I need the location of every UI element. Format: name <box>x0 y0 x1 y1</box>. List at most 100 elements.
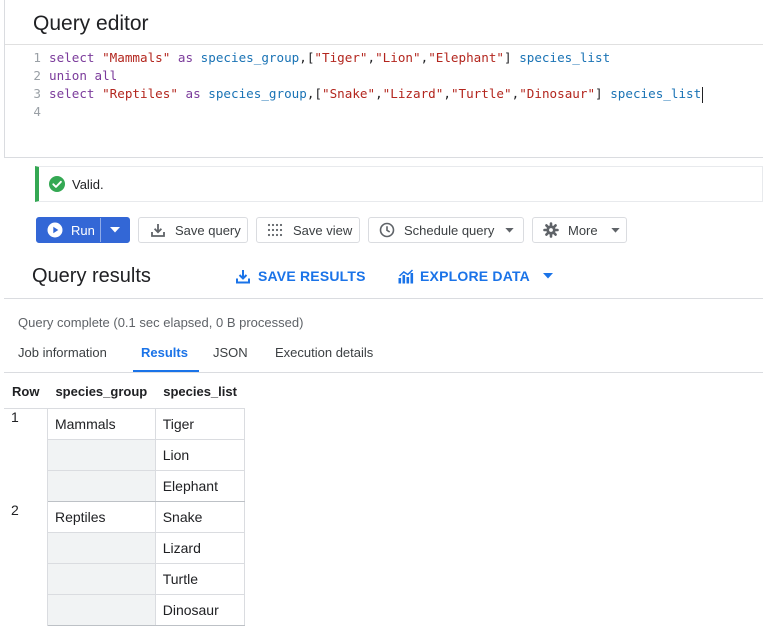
species-group-cell: Mammals <box>47 408 156 440</box>
query-editor-panel: Query editor 1 select "Mammals" as specie… <box>4 0 763 158</box>
row-number-cell: 1 <box>4 408 48 502</box>
code-token: ] <box>504 50 520 65</box>
clock-icon <box>379 222 395 238</box>
code-token: ] <box>595 86 611 101</box>
species-list-cell: Lizard <box>155 532 246 564</box>
code-line[interactable]: 3 select "Reptiles" as species_group,["Sn… <box>5 85 763 103</box>
species-list-cell: Snake <box>155 501 246 533</box>
code-line[interactable]: 2 union all <box>5 67 763 85</box>
code-line[interactable]: 4 <box>5 103 763 121</box>
code-token: , <box>367 50 376 65</box>
grid-dots-icon <box>267 223 283 237</box>
divider <box>5 44 763 45</box>
species-list-cell: Elephant <box>155 470 246 502</box>
save-results-label: SAVE RESULTS <box>258 268 366 284</box>
code-token: "Lion" <box>375 50 421 65</box>
table-row: 1 Mammals Tiger <box>4 408 246 502</box>
more-label: More <box>568 222 598 238</box>
chevron-down-icon <box>610 227 620 233</box>
table-header-row: Row species_group species_list <box>4 374 245 409</box>
gear-icon <box>543 222 559 238</box>
tab-job-information[interactable]: Job information <box>18 345 107 360</box>
species-group-cell: Reptiles <box>47 501 156 533</box>
code-token: "Snake" <box>322 86 376 101</box>
chevron-down-icon <box>505 227 515 233</box>
code-text: select "Mammals" as species_group,["Tige… <box>49 49 610 67</box>
chart-icon <box>398 268 414 283</box>
line-number: 3 <box>33 86 41 101</box>
explore-data-button[interactable]: EXPLORE DATA <box>398 268 553 284</box>
run-options-dropdown[interactable] <box>101 218 129 242</box>
save-view-label: Save view <box>293 222 353 238</box>
save-view-button[interactable]: Save view <box>256 217 360 243</box>
code-token: ,[ <box>306 86 322 101</box>
save-query-label: Save query <box>175 222 241 238</box>
code-token: species_group <box>200 50 300 65</box>
code-token: , <box>443 86 451 101</box>
code-text: union all <box>49 67 117 85</box>
tab-results[interactable]: Results <box>141 345 188 360</box>
results-table: Row species_group species_list 1 Mammals T… <box>4 374 246 626</box>
code-token: species_list <box>610 86 702 101</box>
code-token: "Elephant" <box>428 50 505 65</box>
more-button[interactable]: More <box>532 217 627 243</box>
empty-cell <box>47 594 156 626</box>
code-token: species_list <box>519 50 611 65</box>
code-token: as <box>170 50 201 65</box>
explore-data-label: EXPLORE DATA <box>420 268 530 284</box>
text-cursor <box>702 86 704 103</box>
run-button[interactable]: Run <box>36 217 130 243</box>
validation-banner: Valid. <box>35 166 763 202</box>
chevron-down-icon <box>543 273 553 279</box>
code-token: union all <box>49 68 118 83</box>
code-token: "Mammals" <box>102 50 171 65</box>
code-token: "Dinosaur" <box>519 86 596 101</box>
run-main-button[interactable]: Run <box>37 218 101 242</box>
empty-cell <box>47 470 156 502</box>
run-label: Run <box>71 222 95 238</box>
table-row: 2 Reptiles Snake <box>4 501 246 626</box>
tab-json[interactable]: JSON <box>213 345 248 360</box>
code-token: "Turtle" <box>450 86 512 101</box>
save-query-button[interactable]: Save query <box>138 217 248 243</box>
query-status: Query complete (0.1 sec elapsed, 0 B pro… <box>18 315 304 330</box>
code-token: as <box>177 86 209 101</box>
editor-title: Query editor <box>33 12 149 35</box>
download-icon <box>151 224 165 237</box>
save-results-button[interactable]: SAVE RESULTS <box>236 268 366 284</box>
code-text: select "Reptiles" as species_group,["Sna… <box>49 85 704 103</box>
line-number: 4 <box>33 104 41 119</box>
species-list-cell: Dinosaur <box>155 594 246 626</box>
code-line[interactable]: 1 select "Mammals" as species_group,["Tig… <box>5 49 763 67</box>
results-table-body: 1 Mammals Tiger Lion Elephant 2 Reptiles Snake L… <box>4 408 246 626</box>
species-list-cell: Tiger <box>155 408 246 440</box>
tab-execution-details[interactable]: Execution details <box>275 345 373 360</box>
code-token: "Reptiles" <box>102 86 178 101</box>
check-circle-icon <box>49 176 65 192</box>
row-number-cell: 2 <box>4 501 48 626</box>
species-list-cell: Lion <box>155 439 246 471</box>
empty-cell <box>47 532 156 564</box>
column-header-species-group: species_group <box>47 374 156 409</box>
code-token: select <box>49 50 103 65</box>
divider <box>4 372 763 373</box>
line-number: 1 <box>33 50 41 65</box>
download-icon <box>236 269 250 283</box>
schedule-query-button[interactable]: Schedule query <box>368 217 524 243</box>
line-number: 2 <box>33 68 41 83</box>
schedule-query-label: Schedule query <box>404 222 495 238</box>
query-results-title: Query results <box>32 265 151 287</box>
empty-cell <box>47 439 156 471</box>
column-header-row: Row <box>4 374 48 409</box>
play-icon <box>47 222 63 238</box>
code-token: species_group <box>208 86 307 101</box>
validation-text: Valid. <box>72 177 104 192</box>
code-token: ,[ <box>299 50 315 65</box>
chevron-down-icon <box>110 227 120 233</box>
code-token: "Tiger" <box>314 50 368 65</box>
divider <box>4 298 763 299</box>
code-editor[interactable]: 1 select "Mammals" as species_group,["Tig… <box>5 49 763 121</box>
empty-cell <box>47 563 156 595</box>
species-list-cell: Turtle <box>155 563 246 595</box>
code-token: "Lizard" <box>382 86 444 101</box>
